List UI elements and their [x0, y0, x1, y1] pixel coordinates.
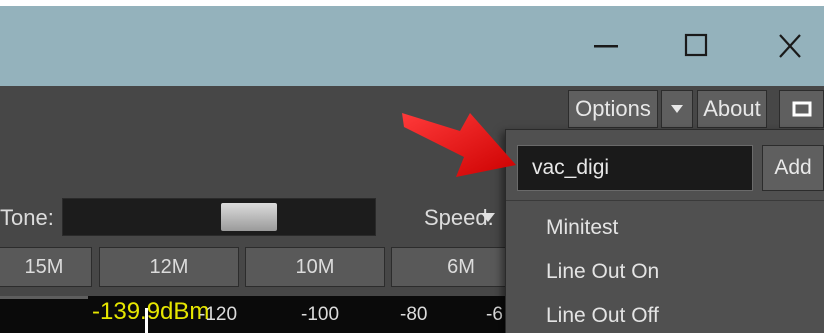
band-label: 10M	[295, 255, 335, 278]
band-button-12m[interactable]: 12M	[99, 247, 239, 287]
close-icon	[779, 34, 801, 58]
add-label: Add	[774, 156, 812, 179]
signal-meter: -139.9dBm -120 -100 -80 -6	[0, 296, 510, 333]
speed-dropdown-icon[interactable]	[479, 211, 497, 225]
meter-gray-bar	[0, 296, 88, 299]
menu-text-input-value: vac_digi	[532, 156, 610, 179]
menu-text-input[interactable]: vac_digi	[517, 145, 753, 191]
meter-scale-label: -120	[199, 304, 238, 325]
tone-slider[interactable]	[62, 198, 376, 236]
maximize-button[interactable]	[646, 6, 746, 86]
minimize-icon	[594, 45, 618, 48]
meter-scale-label: -80	[400, 304, 428, 325]
band-button-10m[interactable]: 10M	[245, 247, 385, 287]
app-window: Options About Tone: Speed: 15M 12M 10M 6…	[0, 0, 824, 333]
menu-item-minitest[interactable]: Minitest	[546, 216, 618, 240]
add-button[interactable]: Add	[762, 145, 824, 191]
title-bar	[0, 6, 824, 86]
annotation-arrow-icon	[402, 113, 516, 177]
band-label: 12M	[149, 255, 189, 278]
about-button[interactable]: About	[697, 90, 767, 128]
options-button[interactable]: Options	[568, 90, 658, 128]
menu-item-line-out-off[interactable]: Line Out Off	[546, 304, 659, 328]
about-label: About	[703, 96, 761, 121]
menu-item-line-out-on[interactable]: Line Out On	[546, 260, 659, 284]
maximize-icon	[684, 33, 708, 57]
caret-down-icon	[671, 105, 683, 113]
band-label: 6M	[447, 255, 475, 278]
tone-label: Tone:	[0, 205, 54, 230]
options-label: Options	[575, 96, 651, 121]
meter-cursor	[145, 308, 148, 333]
band-label: 15M	[24, 255, 64, 278]
meter-reading: -139.9dBm	[92, 298, 210, 325]
band-button-15m[interactable]: 15M	[0, 247, 92, 287]
meter-scale-label: -6	[486, 304, 503, 325]
options-dropdown-menu: vac_digi Add Minitest Line Out On Line O…	[505, 129, 824, 333]
close-button[interactable]	[740, 6, 824, 86]
window-mode-button[interactable]	[779, 90, 824, 128]
options-dropdown-button[interactable]	[661, 90, 693, 128]
meter-scale-label: -100	[301, 304, 340, 325]
menu-divider	[506, 200, 824, 201]
minimize-button[interactable]	[556, 6, 656, 86]
square-icon	[792, 101, 811, 117]
tone-slider-thumb[interactable]	[221, 203, 277, 231]
